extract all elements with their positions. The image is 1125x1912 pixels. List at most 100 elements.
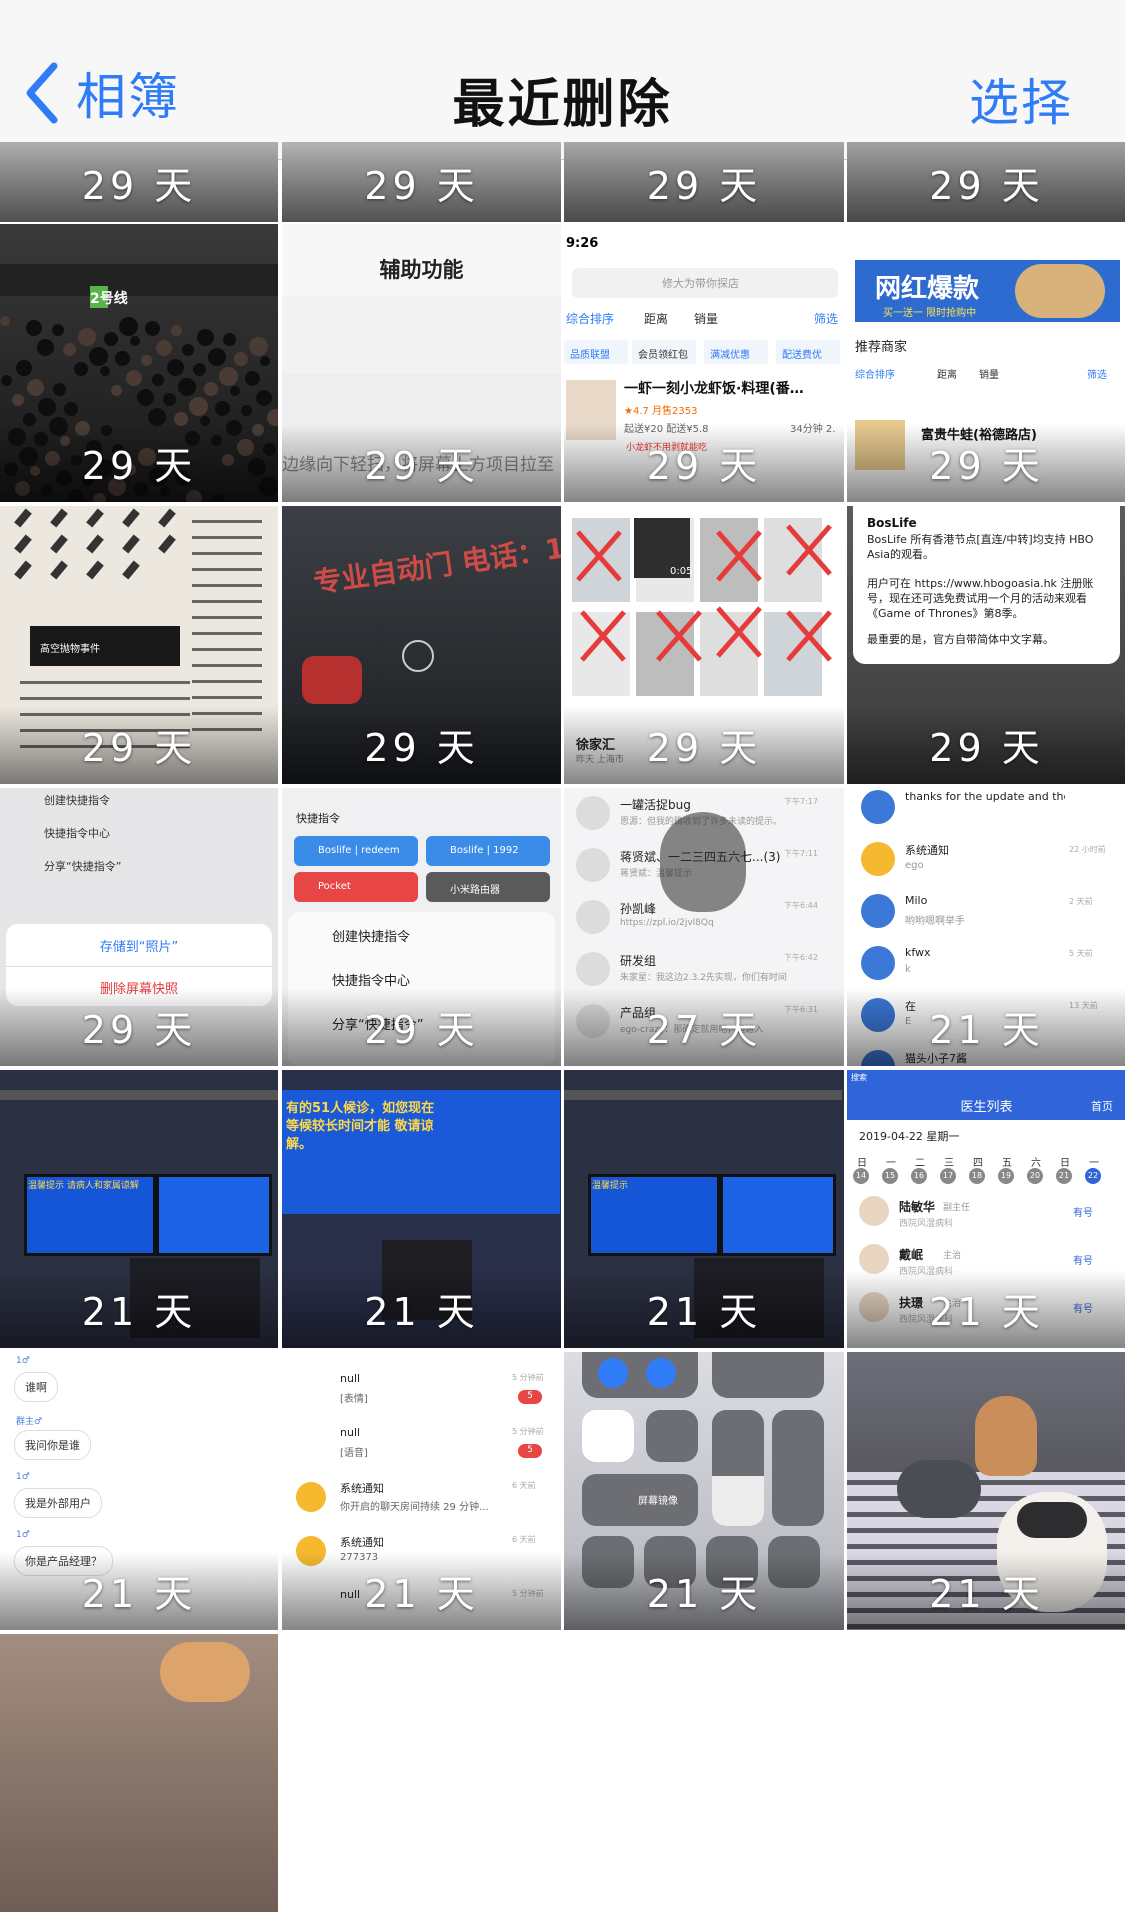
select-button[interactable]: 选择 (969, 63, 1073, 135)
chat-time: 下午6:42 (784, 953, 818, 962)
notice-text: 高空抛物事件 (40, 644, 100, 655)
photo-thumbnail[interactable] (0, 1634, 278, 1912)
date-number: 21 (1058, 1171, 1070, 1180)
photo-thumbnail[interactable]: 屏幕镜像 21 天 (564, 1352, 844, 1630)
filter-chip-label: 满减优惠 (710, 350, 750, 361)
row-avatar (861, 946, 895, 980)
days-remaining-label: 21 天 (364, 1572, 479, 1616)
chat-avatar (576, 900, 610, 934)
divider (6, 966, 272, 967)
row-time: 5 分钟前 (512, 1373, 544, 1382)
photo-thumbnail[interactable]: 2号线 29 天 (0, 224, 278, 502)
photo-thumbnail[interactable]: 温馨提示 请病人和家属谅解 21 天 (0, 1070, 278, 1348)
photo-thumbnail[interactable]: thanks for the update and the q… 系统通知 ego 2… (847, 788, 1125, 1066)
crowd-head (182, 344, 194, 356)
red-cross (574, 526, 624, 586)
crowd-head (130, 336, 140, 346)
days-remaining-label: 21 天 (81, 1290, 197, 1334)
crowd-head (197, 329, 214, 346)
filter-tab: 销量 (694, 312, 719, 326)
tail-light (302, 656, 362, 704)
photo-thumbnail[interactable]: 高空抛物事件 29 天 (0, 506, 278, 784)
crowd-head (111, 385, 122, 396)
crowd-head (12, 394, 24, 406)
photo-thumbnail[interactable]: 一罐活捉bug恩源：但我的确收到了许多未读的提示。下午7:17蒋贤斌、一二三四五… (564, 788, 844, 1066)
crowd-head (16, 360, 32, 376)
photo-thumbnail[interactable]: 快捷指令 Boslife | redeem Boslife | 1992 Pocket… (282, 788, 561, 1066)
photo-thumbnail[interactable]: 专业自动门 电话：1376 29 天 (282, 506, 561, 784)
crowd-head (78, 328, 96, 346)
photo-thumbnail[interactable]: 温馨提示 21 天 (564, 1070, 844, 1348)
row-time: 6 天前 (512, 1535, 536, 1544)
weekday: 三 (944, 1158, 954, 1169)
doctor-name: 陆敏华 (899, 1200, 936, 1214)
text-line (192, 568, 262, 571)
photo-thumbnail[interactable]: 创建快捷指令快捷指令中心分享“快捷指令”存储到“照片”删除屏幕快照29 天 (0, 788, 278, 1066)
photo-thumbnail[interactable]: 亲再次打扰您了，来看小店购买的商品，不知道您是否满意29 天 (847, 142, 1125, 222)
mascot-watermark (660, 812, 746, 912)
thumbnail-image (0, 1634, 278, 1912)
text-line (192, 536, 262, 539)
crowd-head (26, 320, 42, 336)
photo-thumbnail[interactable]: 100%29 天 (282, 142, 561, 222)
illustration-mark (86, 534, 104, 554)
banner-food (1015, 264, 1105, 318)
photo-thumbnail[interactable]: 有的51人候诊，如您现在等候较长时间才能 敬请谅解。 21 天 (282, 1070, 561, 1348)
chat-preview: 朱家星：我这边2.3.2先实现，你们有时间 (620, 973, 787, 983)
shortcut-button (294, 872, 418, 902)
filter-chip-label: 会员领红包 (638, 350, 688, 361)
days-remaining-label: 29 天 (646, 444, 762, 488)
days-remaining-label: 29 天 (81, 726, 197, 770)
photo-thumbnail[interactable]: 100%29 天 (0, 142, 278, 222)
illustration-mark (86, 560, 104, 580)
date-number: 17 (942, 1171, 954, 1180)
illustration-mark (50, 560, 68, 580)
days-remaining-label: 21 天 (646, 1290, 762, 1334)
photo-thumbnail[interactable]: 网红爆款买一送一 限时抢购中推荐商家综合排序距离销量筛选富贵牛蛙(裕德路店)29… (847, 224, 1125, 502)
filter-tab: 距离 (937, 370, 957, 381)
crowd-head (156, 340, 172, 356)
days-remaining-label: 29 天 (929, 726, 1044, 770)
crowd-head (63, 343, 76, 356)
weekday: 五 (1002, 1158, 1012, 1169)
sender-tag: 1♂ (16, 1530, 30, 1540)
date-number: 16 (913, 1171, 925, 1180)
section-row (282, 296, 561, 374)
days-remaining-label: 29 天 (929, 164, 1044, 208)
text-line (192, 552, 262, 555)
photo-thumbnail[interactable]: 9:26 修大为带你探店 综合排序 距离 销量 筛选 品质联盟 会员领红包 满减优惠 配送费优 一虾… (564, 224, 844, 502)
sender-tag: 群主♂ (16, 1417, 43, 1427)
row-avatar (861, 842, 895, 876)
photo-thumbnail[interactable]: null [表情] 5 分钟前 5 null [语音] 5 分钟前 5 系统通知 你开启的聊天房间… (282, 1352, 561, 1630)
days-remaining-label: 29 天 (646, 726, 762, 770)
mirroring-label: 屏幕镜像 (638, 1496, 678, 1507)
crowd-head (89, 347, 108, 366)
photo-thumbnail[interactable]: 21 天 (847, 1352, 1125, 1630)
chat-bubble: 我问你是谁 (14, 1430, 91, 1460)
crowd-head (37, 339, 54, 356)
illustration-mark (158, 508, 176, 528)
photo-thumbnail[interactable]: 搜索 医生列表 首页 2019-04-22 星期一日 一 二 三 四 五 六 日 一 14 15 16 17 1… (847, 1070, 1125, 1348)
text-line (192, 696, 262, 699)
bluetooth-icon (646, 1358, 676, 1388)
thumbnail-text: 辅助功能 (379, 258, 464, 282)
red-cross (578, 606, 628, 666)
shop-name: 一虾一刻小龙虾饭·料理(番… (624, 381, 804, 397)
photo-thumbnail[interactable]: 0:05徐家汇昨天 上海市29 天 (564, 506, 844, 784)
crowd-head (245, 371, 260, 386)
photo-thumbnail[interactable]: 辅助功能边缘向下轻扫，将屏幕上方项目拉至29 天 (282, 224, 561, 502)
door-text: 专业自动门 电话：1376 (311, 523, 561, 600)
brightness-fill (712, 1476, 764, 1526)
text-line (192, 600, 262, 603)
photo-thumbnail[interactable]: 亲，您对本次购买的商品使用情况如何？如果有问题，一定29 天 (564, 142, 844, 222)
days-remaining-label: 21 天 (81, 1572, 197, 1616)
date-number: 20 (1029, 1171, 1041, 1180)
days-remaining-label: 27 天 (646, 1008, 762, 1052)
chat-bubble: 我是外部用户 (14, 1488, 102, 1518)
crowd-head (141, 355, 152, 366)
menu-item: 创建快捷指令 (44, 794, 110, 807)
row-subtitle: [表情] (340, 1394, 368, 1405)
photo-thumbnail[interactable]: BosLife BosLife 所有香港节点[直连/中转]均支持 HBO Asia… (847, 506, 1125, 784)
row-title: kfwx (905, 946, 931, 959)
photo-thumbnail[interactable]: 1♂谁啊群主♂我问你是谁1♂我是外部用户1♂你是产品经理？21 天 (0, 1352, 278, 1630)
